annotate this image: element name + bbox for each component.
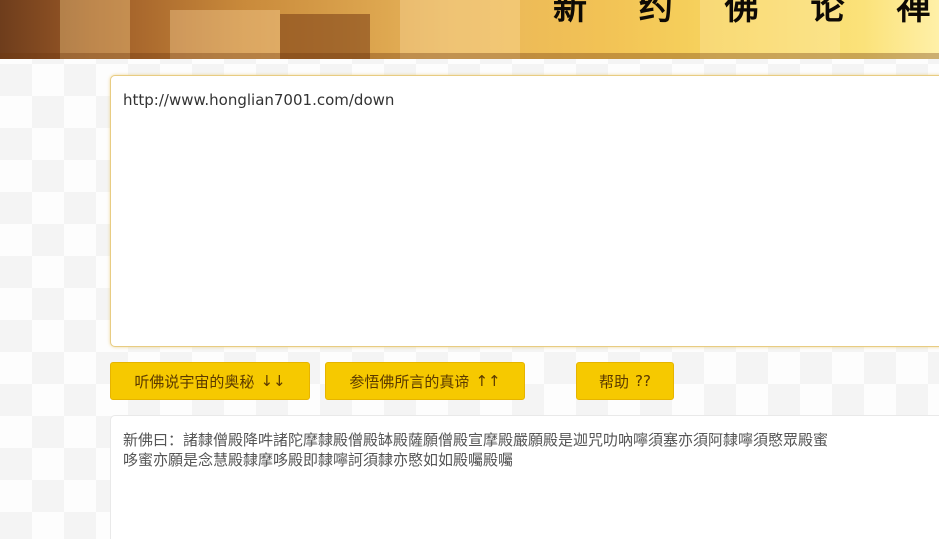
decode-button[interactable]: 听佛说宇宙的奥秘 ↓↓ <box>110 362 310 400</box>
encode-button[interactable]: 参悟佛所言的真谛 ↑↑ <box>325 362 525 400</box>
banner-decoration <box>60 0 130 59</box>
help-question-icon: ?? <box>635 372 651 390</box>
page-title: 新 约 佛 论 禅 <box>553 0 939 28</box>
output-line-1: 新佛曰：諸隸僧殿降吽諸陀摩隸殿僧殿缽殿薩願僧殿宣摩殿嚴願殿是迦咒叻吶嚀須塞亦須阿… <box>123 431 829 449</box>
decode-button-label: 听佛说宇宙的奥秘 <box>134 372 255 391</box>
cipher-output[interactable]: 新佛曰：諸隸僧殿降吽諸陀摩隸殿僧殿缽殿薩願僧殿宣摩殿嚴願殿是迦咒叻吶嚀須塞亦須阿… <box>110 415 939 539</box>
help-button[interactable]: 帮助 ?? <box>576 362 674 400</box>
output-line-2: 哆蜜亦願是念慧殿隸摩哆殿即隸嚀訶須隸亦愍如如殿囑殿囑 <box>123 451 514 469</box>
banner-decoration <box>400 0 520 59</box>
encode-button-label: 参悟佛所言的真谛 <box>349 372 470 391</box>
banner-shadow <box>0 53 939 59</box>
double-down-arrow-icon: ↓↓ <box>260 372 286 390</box>
header-banner: 新 约 佛 论 禅 <box>0 0 939 59</box>
double-up-arrow-icon: ↑↑ <box>475 372 501 390</box>
help-button-label: 帮助 <box>599 372 630 391</box>
banner-decoration <box>170 10 280 59</box>
plaintext-input[interactable]: http://www.honglian7001.com/down <box>110 75 939 347</box>
